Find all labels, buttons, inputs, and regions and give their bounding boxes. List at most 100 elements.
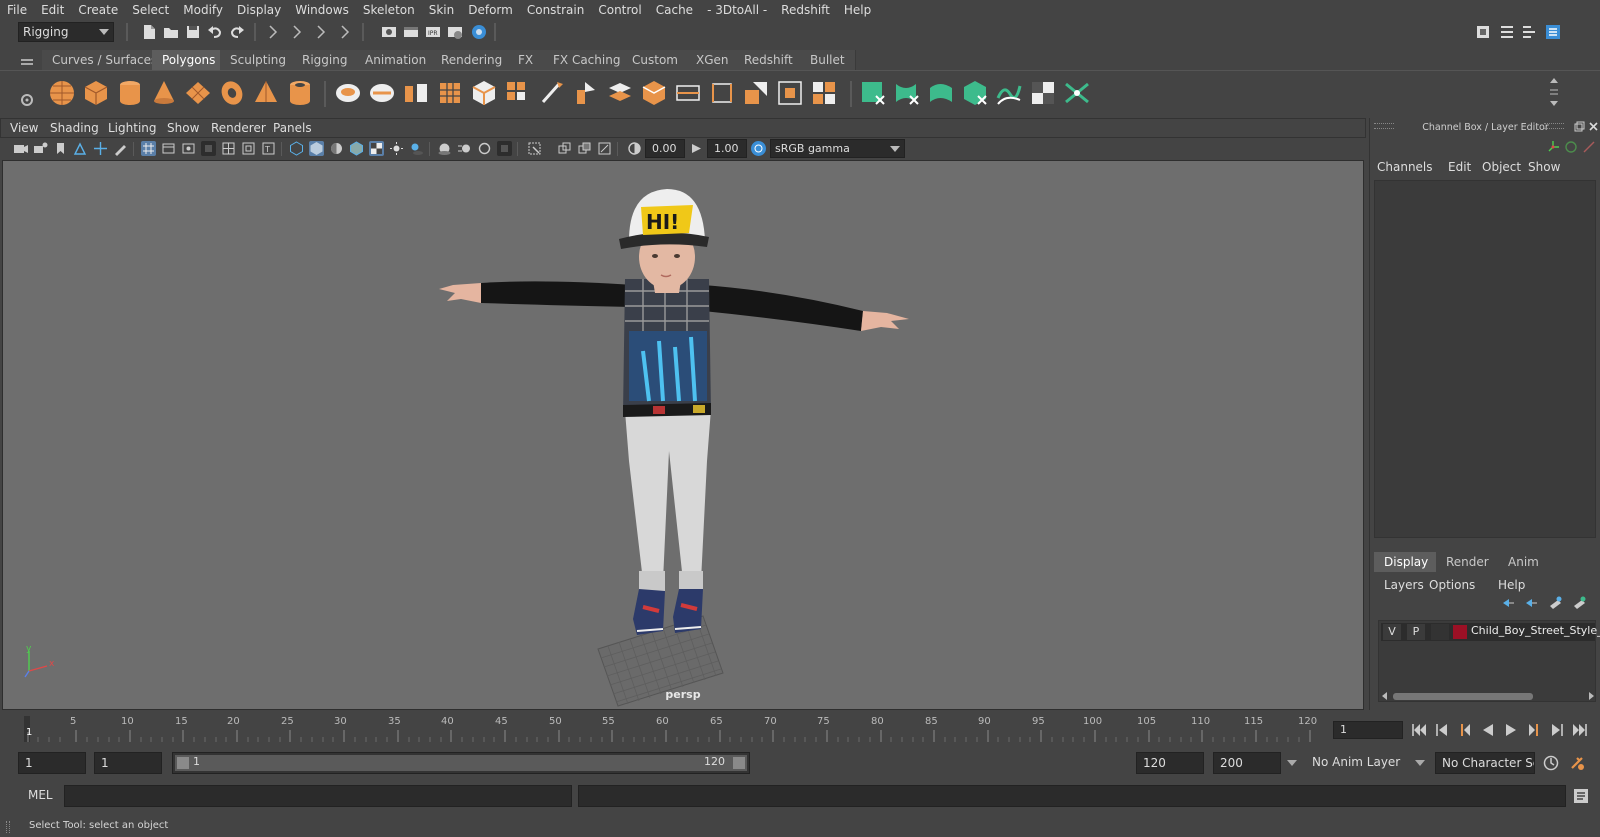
connect-icon[interactable] (605, 78, 635, 108)
shelf-tab-sculpting[interactable]: Sculpting (220, 50, 298, 70)
poly-plane-icon[interactable] (183, 78, 213, 108)
range-start-handle[interactable] (177, 757, 189, 769)
isolate-select-icon[interactable] (527, 141, 542, 156)
hyperbolic-icon[interactable] (1582, 140, 1596, 154)
current-frame-marker[interactable]: 1 (26, 727, 32, 738)
extract-icon[interactable] (401, 78, 431, 108)
chevron-down-icon[interactable] (1286, 758, 1298, 768)
layer-color-swatch[interactable] (1453, 625, 1467, 639)
cb-menu-object[interactable]: Object (1482, 160, 1521, 174)
menu-control[interactable]: Control (591, 3, 648, 17)
open-scene-icon[interactable] (162, 23, 180, 41)
wireframe-icon[interactable] (289, 141, 304, 156)
cb-menu-show[interactable]: Show (1528, 160, 1560, 174)
script-editor-icon[interactable] (1572, 787, 1590, 805)
poly-cube-icon[interactable] (81, 78, 111, 108)
bridge-icon[interactable] (673, 78, 703, 108)
xray-joints-icon[interactable] (577, 141, 592, 156)
bevel-icon[interactable] (707, 78, 737, 108)
camera-attributes-icon[interactable] (33, 141, 48, 156)
render-view-icon[interactable] (380, 23, 398, 41)
chevron-down-icon[interactable] (1414, 758, 1426, 768)
motion-blur-icon[interactable] (457, 141, 472, 156)
shelf-scroll-icon[interactable] (1548, 75, 1560, 109)
save-scene-icon[interactable] (184, 23, 202, 41)
menu-deform[interactable]: Deform (461, 3, 520, 17)
layer-display-type-toggle[interactable] (1431, 624, 1449, 640)
scroll-left-icon[interactable] (1381, 691, 1389, 701)
depth-of-field-icon[interactable] (497, 141, 512, 156)
wireframe-on-shaded-icon[interactable] (349, 141, 364, 156)
move-layer-down-icon[interactable] (1524, 596, 1538, 610)
grid-icon[interactable] (141, 141, 156, 156)
modeling-toolkit-icon[interactable] (1474, 23, 1492, 41)
layer-list-scrollbar[interactable] (1381, 691, 1595, 701)
go-to-start-icon[interactable] (1410, 721, 1428, 739)
character-set-dropdown[interactable]: No Character Set (1435, 752, 1535, 774)
play-forwards-icon[interactable] (1502, 721, 1520, 739)
viewport-menu-show[interactable]: Show (167, 121, 199, 135)
safe-title-icon[interactable]: T (261, 141, 276, 156)
command-input[interactable] (64, 785, 572, 807)
fill-hole-icon[interactable] (775, 78, 805, 108)
shelf-tab-curves-surfaces[interactable]: Curves / Surfaces (42, 50, 169, 70)
screen-space-ao-icon[interactable] (437, 141, 452, 156)
xray-components-icon[interactable] (597, 141, 612, 156)
step-forward-key-icon[interactable] (1525, 721, 1543, 739)
shelf-tab-bullet[interactable]: Bullet (800, 50, 856, 70)
safe-action-icon[interactable] (241, 141, 256, 156)
auto-key-icon[interactable] (1542, 754, 1560, 772)
new-scene-icon[interactable] (140, 23, 158, 41)
film-gate-icon[interactable] (161, 141, 176, 156)
snap-toggle-icon[interactable] (338, 23, 356, 41)
step-back-key-icon[interactable] (1456, 721, 1474, 739)
multi-cut-icon[interactable] (537, 78, 567, 108)
redo-icon[interactable] (228, 23, 246, 41)
tab-display[interactable]: Display (1374, 552, 1439, 572)
menu-redshift[interactable]: Redshift (774, 3, 837, 17)
two-d-pan-icon[interactable] (93, 141, 108, 156)
uv-cylindrical-icon[interactable] (892, 78, 922, 108)
play-backwards-icon[interactable] (1479, 721, 1497, 739)
tab-anim[interactable]: Anim (1498, 552, 1549, 572)
shelf-tab-redshift[interactable]: Redshift (734, 50, 804, 70)
current-frame-field[interactable]: 1 (1333, 721, 1403, 739)
animation-end-field[interactable]: 200 (1213, 752, 1281, 774)
textured-icon[interactable] (369, 141, 384, 156)
shelf-tab-custom[interactable]: Custom (622, 50, 689, 70)
merge-icon[interactable] (809, 78, 839, 108)
viewport-menu-panels[interactable]: Panels (273, 121, 312, 135)
float-panel-icon[interactable] (1574, 121, 1585, 132)
animation-preferences-icon[interactable] (1568, 754, 1586, 772)
image-plane-icon[interactable] (73, 141, 88, 156)
range-slider[interactable]: 1 120 (172, 752, 750, 774)
use-all-lights-icon[interactable] (389, 141, 404, 156)
menu-cache[interactable]: Cache (649, 3, 700, 17)
gamma-icon[interactable] (689, 141, 704, 156)
select-component-icon[interactable] (314, 23, 332, 41)
exposure-field[interactable]: 0.00 (645, 139, 685, 158)
character-model[interactable]: HI! (3, 161, 1365, 711)
color-space-dropdown[interactable]: sRGB gamma (770, 139, 905, 158)
shadows-icon[interactable] (409, 141, 424, 156)
select-hierarchy-icon[interactable] (266, 23, 284, 41)
shelf-tab-rigging[interactable]: Rigging (292, 50, 359, 70)
scrollbar-thumb[interactable] (1393, 693, 1533, 700)
uv-checker-icon[interactable] (1028, 78, 1058, 108)
tool-settings-icon[interactable] (1520, 23, 1538, 41)
shelf-tab-polygons[interactable]: Polygons (152, 50, 227, 70)
poly-cylinder-icon[interactable] (115, 78, 145, 108)
camera-icon[interactable] (13, 141, 28, 156)
channel-box-area[interactable] (1374, 180, 1596, 538)
render-frame-icon[interactable] (402, 23, 420, 41)
menu-modify[interactable]: Modify (176, 3, 230, 17)
menu-display[interactable]: Display (230, 3, 288, 17)
append-polygon-icon[interactable] (741, 78, 771, 108)
select-object-icon[interactable] (290, 23, 308, 41)
bookmark-icon[interactable] (53, 141, 68, 156)
cb-menu-channels[interactable]: Channels (1377, 160, 1433, 174)
menu-constrain[interactable]: Constrain (520, 3, 592, 17)
ipr-render-icon[interactable]: IPR (424, 23, 442, 41)
resolution-gate-icon[interactable] (181, 141, 196, 156)
gear-icon[interactable] (18, 91, 36, 109)
